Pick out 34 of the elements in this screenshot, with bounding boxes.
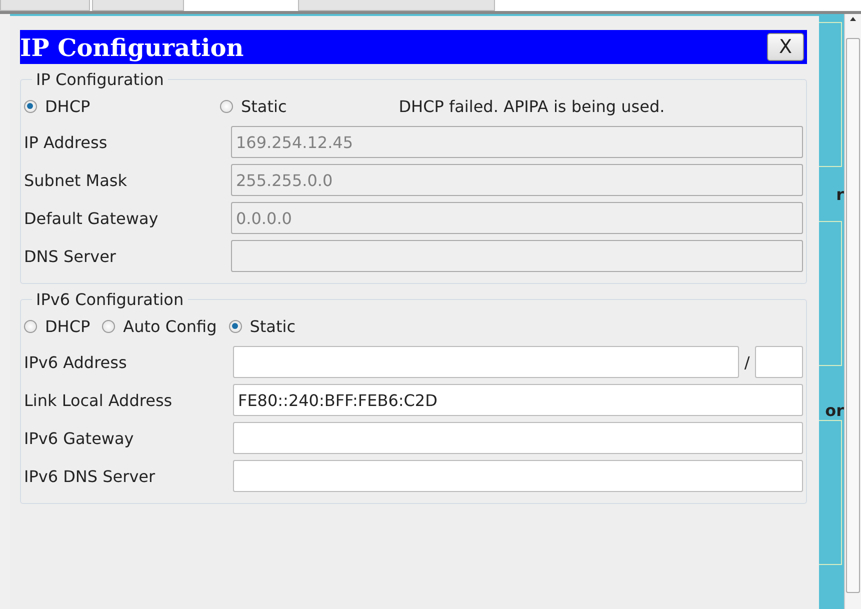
field-label: IP Address [24, 132, 108, 152]
radio-label: DHCP [44, 316, 90, 336]
window-title: IP Configuration [20, 32, 244, 62]
field-label: IPv6 DNS Server [24, 466, 156, 486]
group-title: IPv6 Configuration [34, 290, 185, 309]
field-label: IPv6 Address [24, 352, 128, 372]
panel-text: r [836, 184, 844, 204]
close-button[interactable]: X [767, 33, 804, 61]
input-field[interactable] [232, 460, 804, 492]
radio-button[interactable] [102, 320, 116, 332]
radio-label: Auto Config [123, 316, 217, 336]
input-field[interactable] [232, 422, 804, 454]
field-label: Default Gateway [24, 208, 160, 228]
status-text: DHCP failed. APIPA is being used. [398, 96, 665, 116]
radio-button[interactable] [228, 320, 242, 332]
radio-button[interactable] [24, 320, 37, 332]
prefix-field[interactable] [755, 346, 804, 378]
panel-text: or [825, 401, 844, 420]
group-title: IP Configuration [34, 70, 165, 89]
field-label: Link Local Address [24, 390, 174, 410]
tab[interactable] [298, 0, 495, 11]
radio-label: Static [240, 96, 287, 116]
field-label: DNS Server [24, 246, 117, 266]
tab[interactable] [0, 0, 90, 11]
input-field[interactable]: FE80::240:BFF:FEB6:C2D [232, 384, 804, 416]
field-label: Subnet Mask [24, 170, 128, 190]
tab[interactable] [92, 0, 184, 11]
field-label: IPv6 Gateway [24, 428, 135, 448]
radio-button[interactable] [24, 100, 37, 112]
input-field[interactable] [232, 346, 740, 378]
radio-button[interactable] [220, 100, 233, 112]
separator-text: / [743, 352, 751, 372]
radio-label: Static [250, 316, 296, 336]
radio-label: DHCP [44, 96, 90, 116]
